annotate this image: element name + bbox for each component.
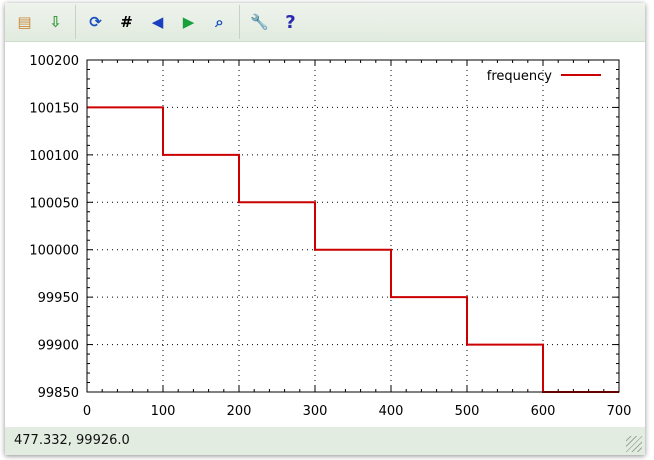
plot-area[interactable]: 0 100 200 300 400 500 600 700998509990099950100…	[0, 0, 654, 460]
x-tick-label: 500	[455, 404, 480, 419]
y-tick-label: 100100	[29, 149, 79, 164]
series-frequency-line	[87, 106, 619, 393]
y-tick-label: 100200	[29, 54, 79, 69]
grid-lines	[87, 60, 619, 392]
legend-label: frequency	[487, 69, 553, 84]
x-tick-label: 600	[531, 404, 556, 419]
y-tick-label: 100050	[29, 196, 79, 211]
y-tick-label: 100150	[29, 101, 79, 116]
x-tick-label: 100	[151, 404, 176, 419]
x-tick-label: 700	[607, 404, 632, 419]
x-tick-label: 0	[83, 404, 91, 419]
y-tick-label: 100000	[29, 244, 79, 259]
x-tick-label: 300	[303, 404, 328, 419]
y-tick-label: 99950	[38, 291, 79, 306]
ticks	[86, 59, 620, 393]
x-tick-label: 200	[227, 404, 252, 419]
tick-labels: 0 100 200 300 400 500 600 700998509990099950100…	[29, 54, 631, 419]
x-tick-label: 400	[379, 404, 404, 419]
plot-border	[86, 59, 620, 393]
y-tick-label: 99900	[38, 339, 79, 354]
y-tick-label: 99850	[38, 386, 79, 401]
